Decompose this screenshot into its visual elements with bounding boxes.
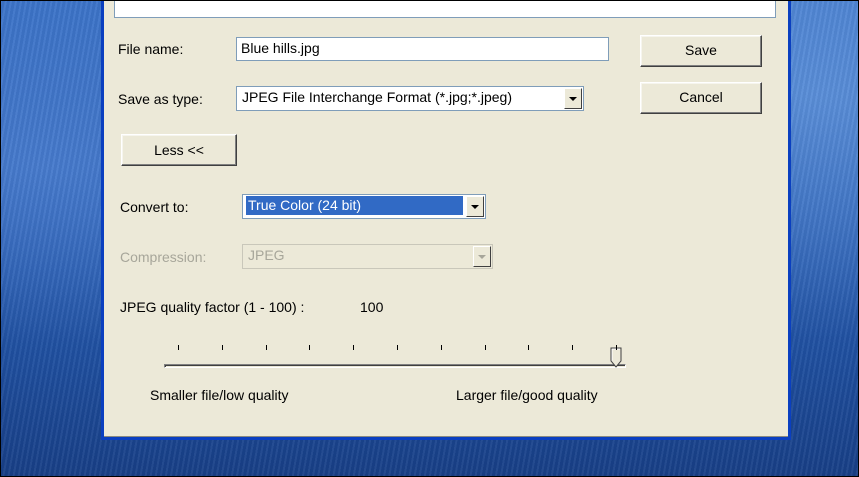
convert-to-label: Convert to:: [120, 199, 189, 215]
quality-value: 100: [360, 299, 384, 315]
save-button[interactable]: Save: [640, 35, 762, 67]
compression-label: Compression:: [120, 249, 207, 265]
slider-tick: [265, 345, 267, 350]
slider-max-label: Larger file/good quality: [456, 387, 598, 403]
save-as-type-label: Save as type:: [118, 91, 203, 107]
slider-tick: [616, 345, 617, 350]
chevron-down-icon: [478, 254, 486, 259]
slider-tick: [353, 345, 355, 350]
chevron-down-icon: [471, 204, 479, 209]
cancel-button[interactable]: Cancel: [640, 82, 762, 114]
file-name-label: File name:: [118, 41, 184, 57]
quality-label: JPEG quality factor (1 - 100) :: [120, 299, 305, 315]
chevron-down-icon: [569, 96, 577, 101]
compression-select: JPEG: [242, 244, 493, 269]
slider-tick: [221, 345, 223, 350]
slider-track: [164, 364, 626, 368]
slider-tick: [528, 345, 530, 350]
save-as-type-value: JPEG File Interchange Format (*.jpg;*.jp…: [242, 89, 513, 105]
save-as-type-dropdown-button[interactable]: [564, 88, 582, 109]
convert-to-select[interactable]: True Color (24 bit): [242, 194, 486, 219]
slider-tick: [397, 345, 398, 350]
convert-to-value: True Color (24 bit): [246, 196, 463, 215]
file-name-value: Blue hills.jpg: [241, 40, 320, 56]
dialog-border: [101, 437, 791, 440]
slider-tick: [178, 345, 179, 350]
slider-min-label: Smaller file/low quality: [150, 387, 289, 403]
slider-tick: [440, 345, 442, 350]
save-as-dialog: File name: Blue hills.jpg Save as type: …: [101, 0, 791, 440]
slider-tick: [484, 345, 486, 350]
compression-value: JPEG: [248, 247, 285, 263]
save-as-type-select[interactable]: JPEG File Interchange Format (*.jpg;*.jp…: [236, 86, 584, 111]
slider-thumb[interactable]: [610, 347, 622, 369]
less-button[interactable]: Less <<: [121, 134, 237, 166]
file-name-input[interactable]: Blue hills.jpg: [236, 37, 609, 61]
quality-slider[interactable]: [164, 338, 644, 378]
compression-dropdown-button: [473, 246, 491, 267]
convert-to-dropdown-button[interactable]: [466, 196, 484, 217]
slider-tick: [572, 345, 574, 350]
file-list-view[interactable]: [114, 0, 776, 18]
slider-tick: [309, 345, 311, 350]
